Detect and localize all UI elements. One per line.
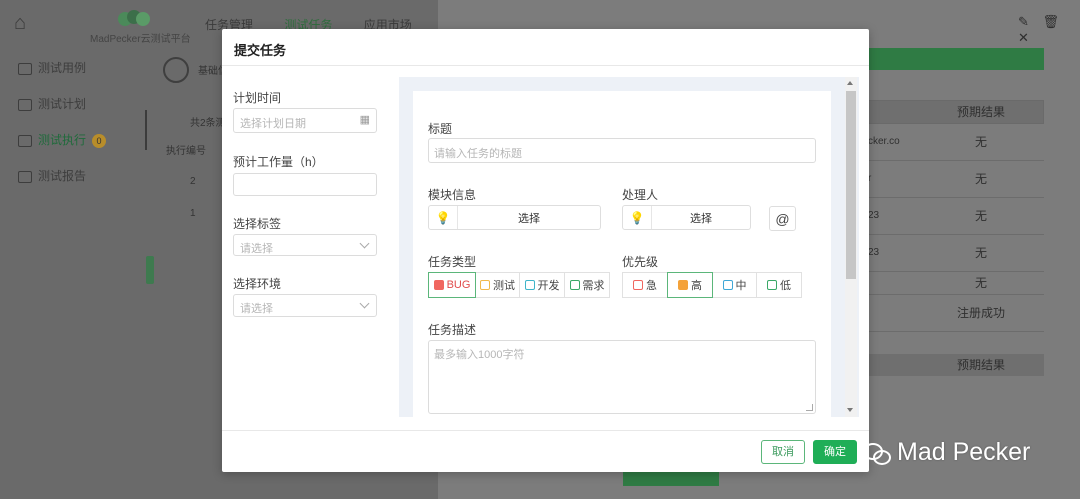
- workload-label: 预计工作量（h）: [233, 155, 324, 169]
- module-label: 模块信息: [428, 188, 477, 202]
- divider: [222, 65, 869, 66]
- sidebar-divider: [145, 110, 147, 150]
- resize-handle[interactable]: [806, 404, 813, 411]
- assignee-select[interactable]: 💡 选择: [622, 205, 751, 230]
- tag-select[interactable]: 请选择: [233, 234, 377, 256]
- status-badge: 0: [92, 134, 107, 148]
- exec-number-cell: 1: [190, 208, 196, 219]
- confirm-button[interactable]: 确定: [813, 440, 857, 464]
- submit-task-dialog: 提交任务 计划时间 选择计划日期 ▦ 预计工作量（h） 选择标签 请选择 选择环…: [222, 29, 869, 472]
- priority-option-urgent[interactable]: 急: [622, 272, 668, 298]
- task-title-input[interactable]: 请输入任务的标题: [428, 138, 816, 163]
- scroll-up-icon[interactable]: [847, 81, 853, 85]
- background-green-button: [623, 472, 719, 486]
- checkbox-icon: [524, 280, 535, 290]
- checkbox-icon: [722, 280, 733, 290]
- priority-option-high[interactable]: 高: [667, 272, 713, 298]
- priority-option-low[interactable]: 低: [756, 272, 802, 298]
- priority-label: 优先级: [622, 255, 659, 269]
- exec-number-cell: 2: [190, 176, 196, 187]
- divider: [222, 430, 869, 431]
- exec-number-header: 执行编号: [166, 146, 206, 157]
- wechat-icon: [863, 441, 891, 465]
- checkbox-icon: [569, 280, 580, 290]
- checkbox-icon: [633, 280, 643, 290]
- type-option-requirement[interactable]: 需求: [564, 272, 610, 298]
- lightbulb-icon: 💡: [623, 206, 652, 229]
- description-label: 任务描述: [428, 323, 477, 337]
- sidebar-item-test-report[interactable]: 测试报告: [10, 158, 140, 194]
- task-type-group: BUG 测试 开发 需求: [428, 272, 610, 298]
- table-row: 无: [868, 272, 1044, 295]
- sidebar: 测试用例 测试计划 测试执行 0 测试报告: [10, 50, 140, 194]
- workload-input[interactable]: [233, 173, 377, 196]
- scroll-down-icon[interactable]: [847, 408, 853, 412]
- lightbulb-icon: 💡: [429, 206, 458, 229]
- chevron-down-icon: [359, 238, 370, 249]
- table-row: 23 无: [868, 235, 1044, 272]
- app-name: MadPecker云测试平台: [90, 34, 191, 45]
- checkbox-icon: [480, 280, 490, 290]
- table-row: 注册成功: [868, 295, 1044, 332]
- type-option-test[interactable]: 测试: [475, 272, 520, 298]
- table-header-expected: 预期结果: [956, 105, 1005, 119]
- table-row: 23 无: [868, 198, 1044, 235]
- dialog-title: 提交任务: [234, 43, 287, 58]
- home-icon[interactable]: ⌂: [14, 12, 38, 34]
- sidebar-item-test-execution[interactable]: 测试执行 0: [10, 122, 140, 158]
- env-select-label: 选择环境: [233, 277, 282, 291]
- sidebar-item-test-plan[interactable]: 测试计划: [10, 86, 140, 122]
- calendar-icon: ▦: [359, 114, 370, 126]
- module-select[interactable]: 💡 选择: [428, 205, 601, 230]
- info-icon: [163, 57, 189, 83]
- panel-actions: ✎ 🗑 ✕: [1018, 14, 1080, 46]
- priority-group: 急 高 中 低: [622, 272, 802, 298]
- close-icon[interactable]: ✕: [1018, 30, 1029, 45]
- sidebar-item-test-cases[interactable]: 测试用例: [10, 50, 140, 86]
- checkbox-icon: [433, 280, 444, 290]
- background-table: 预期结果 cker.co 无 r无 23 无 23 无 无 注册成功: [868, 100, 1044, 332]
- background-table-2-header: 预期结果: [868, 354, 1044, 376]
- type-option-bug[interactable]: BUG: [428, 272, 476, 298]
- table-row: cker.co 无: [868, 124, 1044, 161]
- chevron-down-icon: [359, 298, 370, 309]
- mention-button[interactable]: @: [769, 206, 796, 231]
- priority-option-medium[interactable]: 中: [712, 272, 757, 298]
- assignee-label: 处理人: [622, 188, 659, 202]
- plan-time-label: 计划时间: [233, 91, 282, 105]
- sidebar-collapse-handle[interactable]: [146, 256, 154, 284]
- edit-icon[interactable]: ✎: [1018, 14, 1029, 29]
- title-label: 标题: [428, 122, 453, 136]
- type-option-dev[interactable]: 开发: [519, 272, 565, 298]
- task-type-label: 任务类型: [428, 255, 477, 269]
- trash-icon[interactable]: 🗑: [1043, 14, 1060, 29]
- app-logo: [118, 10, 150, 28]
- background-action-bar: [868, 48, 1044, 70]
- description-textarea[interactable]: 最多输入1000字符: [428, 340, 816, 414]
- cancel-button[interactable]: 取消: [761, 440, 805, 464]
- env-select[interactable]: 请选择: [233, 294, 377, 317]
- checkbox-icon: [678, 280, 688, 290]
- checkbox-icon: [767, 280, 777, 290]
- scrollbar-thumb[interactable]: [846, 91, 856, 279]
- watermark: Mad Pecker: [863, 438, 1030, 467]
- tag-select-label: 选择标签: [233, 217, 282, 231]
- form-card: 标题 请输入任务的标题 模块信息 💡 选择 处理人 💡 选择 @ 任务类型 BU…: [413, 91, 831, 421]
- plan-date-picker[interactable]: 选择计划日期 ▦: [233, 108, 377, 133]
- table-row: r无: [868, 161, 1044, 198]
